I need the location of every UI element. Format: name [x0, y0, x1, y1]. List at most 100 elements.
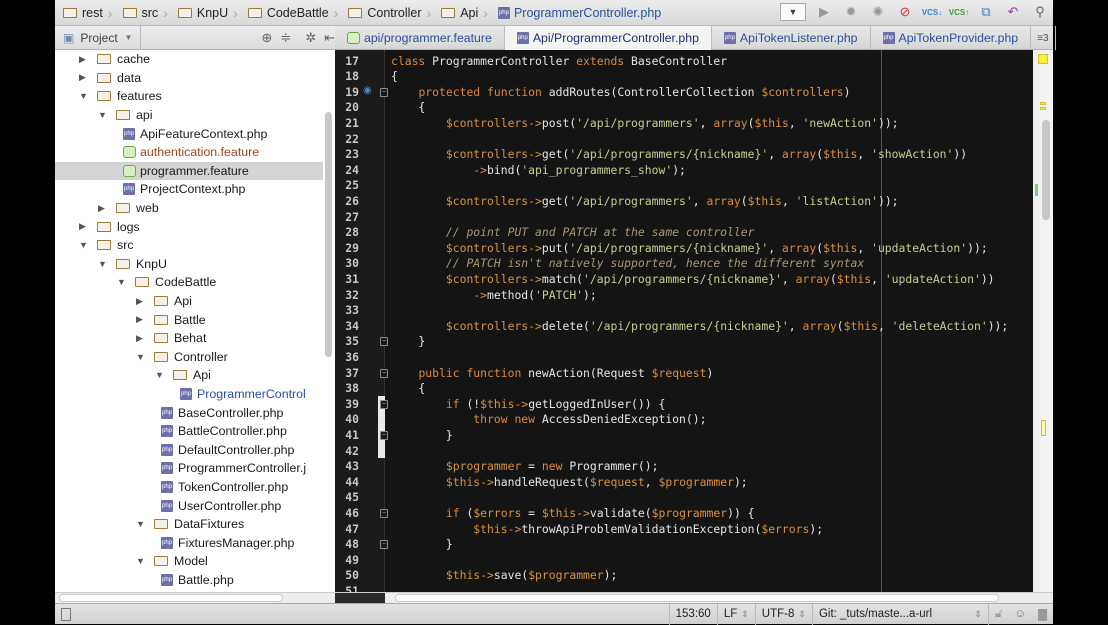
breadcrumb-item[interactable]: KnpU › [177, 5, 244, 21]
lock-icon[interactable]: 🔓︎ [987, 603, 1008, 625]
breadcrumb-item[interactable]: rest › [63, 5, 119, 21]
code-editor[interactable]: ◉ 17 18 19 20 21 22 23 24 25 26 27 28 29 30 31 32 33 34 35… [335, 50, 1053, 592]
run-icon[interactable]: ▶ [815, 3, 833, 21]
tree-item[interactable]: ▼ KnpU [55, 255, 323, 274]
project-view-selector[interactable]: ▣ Project ▼ [55, 25, 142, 50]
compare-icon[interactable]: ⧉ [977, 3, 995, 21]
collapsed-arrow-icon[interactable]: ▶ [79, 221, 89, 232]
hide-panel-icon[interactable]: ⇤ [324, 30, 335, 46]
tab-api-programmer-feature[interactable]: api/programmer.feature [335, 26, 505, 50]
fold-marker-icon[interactable]: − [380, 540, 388, 550]
code-line[interactable]: } [391, 334, 425, 350]
collapsed-arrow-icon[interactable]: ▶ [136, 314, 146, 325]
fold-marker-icon[interactable]: − [380, 368, 388, 378]
run-config-dropdown[interactable]: ▼ [780, 3, 806, 21]
code-line[interactable]: $controllers->delete('/api/programmers/{… [391, 319, 1008, 335]
tree-horizontal-scrollbar[interactable] [59, 594, 283, 602]
tab-apitokenprovider-php[interactable]: php ApiTokenProvider.php [871, 26, 1032, 50]
breadcrumb-item[interactable]: CodeBattle › [247, 5, 345, 21]
tree-item[interactable]: php BaseController.php [55, 403, 323, 422]
tree-item[interactable]: ▶ data [55, 69, 323, 88]
code-line[interactable]: protected function addRoutes(ControllerC… [391, 85, 850, 101]
tree-item[interactable]: php TokenController.php [55, 478, 323, 497]
fold-marker-icon[interactable]: − [380, 337, 388, 347]
expanded-arrow-icon[interactable]: ▼ [98, 110, 108, 120]
tree-item[interactable]: ▶ Battle [55, 310, 323, 329]
line-separator-selector[interactable]: LF ⇕ [716, 603, 755, 625]
breadcrumb-item[interactable]: Controller › [348, 5, 437, 21]
code-line[interactable]: } [391, 537, 453, 553]
warning-marker[interactable] [1040, 107, 1046, 110]
tree-item[interactable]: ▶ web [55, 199, 323, 218]
vcs-commit-icon[interactable]: VCS↑ [949, 3, 969, 21]
debug-icon[interactable]: ✹ [842, 3, 860, 21]
tree-item[interactable]: php BattleController.php [55, 422, 323, 441]
code-line[interactable]: $controllers->put('/api/programmers/{nic… [391, 241, 988, 257]
tree-item[interactable]: ▶ Behat [55, 329, 323, 348]
tree-item[interactable]: ▼ Api [55, 366, 323, 385]
gear-icon[interactable]: ✲ [305, 30, 316, 46]
event-log-icon[interactable]: ▇ [1032, 604, 1053, 625]
code-line[interactable]: // point PUT and PATCH at the same contr… [391, 225, 755, 241]
fold-marker-icon[interactable]: − [380, 430, 388, 440]
breadcrumb-file[interactable]: php ProgrammerController.php [497, 6, 661, 20]
override-icon[interactable]: ◉ [363, 85, 372, 96]
warning-marker[interactable] [1040, 102, 1046, 105]
php-debug-listen-icon[interactable]: ⊘ [896, 3, 914, 21]
tree-item[interactable]: ▼ DataFixtures [55, 515, 323, 534]
expanded-arrow-icon[interactable]: ▼ [136, 519, 146, 529]
tree-item[interactable]: php UserController.php [55, 496, 323, 515]
breadcrumb-item[interactable]: src › [122, 5, 174, 21]
scroll-from-source-icon[interactable]: ⊕ [261, 30, 272, 46]
code-line[interactable]: $controllers->match('/api/programmers/{n… [391, 272, 995, 288]
editor-horizontal-scrollbar[interactable] [395, 594, 999, 602]
code-line[interactable]: { [391, 381, 425, 397]
tree-item[interactable]: ▶ logs [55, 217, 323, 236]
expanded-arrow-icon[interactable]: ▼ [79, 240, 89, 250]
code-line[interactable]: $this->save($programmer); [391, 568, 617, 584]
tree-item[interactable]: ▶ Api [55, 292, 323, 311]
tree-item[interactable]: ▼ CodeBattle [55, 273, 323, 292]
breadcrumb-item[interactable]: Api › [441, 5, 494, 21]
code-line[interactable]: $this->throwApiProblemValidationExceptio… [391, 522, 823, 538]
code-line[interactable]: $controllers->post('/api/programmers', a… [391, 116, 899, 132]
expanded-arrow-icon[interactable]: ▼ [136, 556, 146, 566]
collapsed-arrow-icon[interactable]: ▶ [79, 72, 89, 83]
tree-scrollbar[interactable] [325, 112, 332, 357]
tab-apitokenlistener-php[interactable]: php ApiTokenListener.php [712, 26, 871, 50]
warning-marker[interactable] [1041, 420, 1046, 436]
expanded-arrow-icon[interactable]: ▼ [117, 277, 127, 287]
tree-item[interactable]: php ApiFeatureContext.php [55, 124, 323, 143]
vcs-update-icon[interactable]: VCS↓ [922, 3, 942, 21]
tree-item[interactable]: php Battle.php [55, 571, 323, 590]
expanded-arrow-icon[interactable]: ▼ [155, 370, 165, 380]
collapse-all-icon[interactable]: ≑ [280, 30, 291, 46]
tree-item[interactable]: ▼ Model [55, 552, 323, 571]
coverage-icon[interactable]: ✺ [869, 3, 887, 21]
encoding-selector[interactable]: UTF-8 ⇕ [754, 603, 812, 625]
vcs-branch-selector[interactable]: Git: _tuts/maste...a-url ⇕ [811, 603, 988, 625]
fold-marker-icon[interactable]: − [380, 87, 388, 97]
code-line[interactable]: ->bind('api_programmers_show'); [391, 163, 686, 179]
fold-marker-icon[interactable]: − [380, 399, 388, 409]
tree-item[interactable]: php DefaultController.php [55, 441, 323, 460]
tree-item[interactable]: php ProgrammerController.j [55, 459, 323, 478]
tree-item[interactable]: programmer.feature [55, 161, 323, 181]
revert-icon[interactable]: ↶ [1004, 3, 1022, 21]
collapsed-arrow-icon[interactable]: ▶ [79, 54, 89, 65]
tree-item[interactable]: ▼ api [55, 106, 323, 125]
tree-item[interactable]: ▶ cache [55, 50, 323, 69]
code-line[interactable]: if (!$this->getLoggedInUser()) { [391, 397, 665, 413]
code-line[interactable]: ->method('PATCH'); [391, 288, 596, 304]
code-line[interactable]: public function newAction(Request $reque… [391, 366, 713, 382]
code-line[interactable]: { [391, 69, 398, 85]
search-icon[interactable]: ⚲ [1031, 3, 1049, 21]
code-line[interactable]: $this->handleRequest($request, $programm… [391, 475, 748, 491]
toggle-tool-windows-icon[interactable] [61, 607, 71, 621]
warning-indicator[interactable] [1038, 54, 1048, 64]
tree-item[interactable]: php ProjectContext.php [55, 180, 323, 199]
tree-item[interactable]: ▼ features [55, 87, 323, 106]
collapsed-arrow-icon[interactable]: ▶ [136, 333, 146, 344]
code-line[interactable]: $controllers->get('/api/programmers/{nic… [391, 147, 967, 163]
expanded-arrow-icon[interactable]: ▼ [79, 91, 89, 101]
